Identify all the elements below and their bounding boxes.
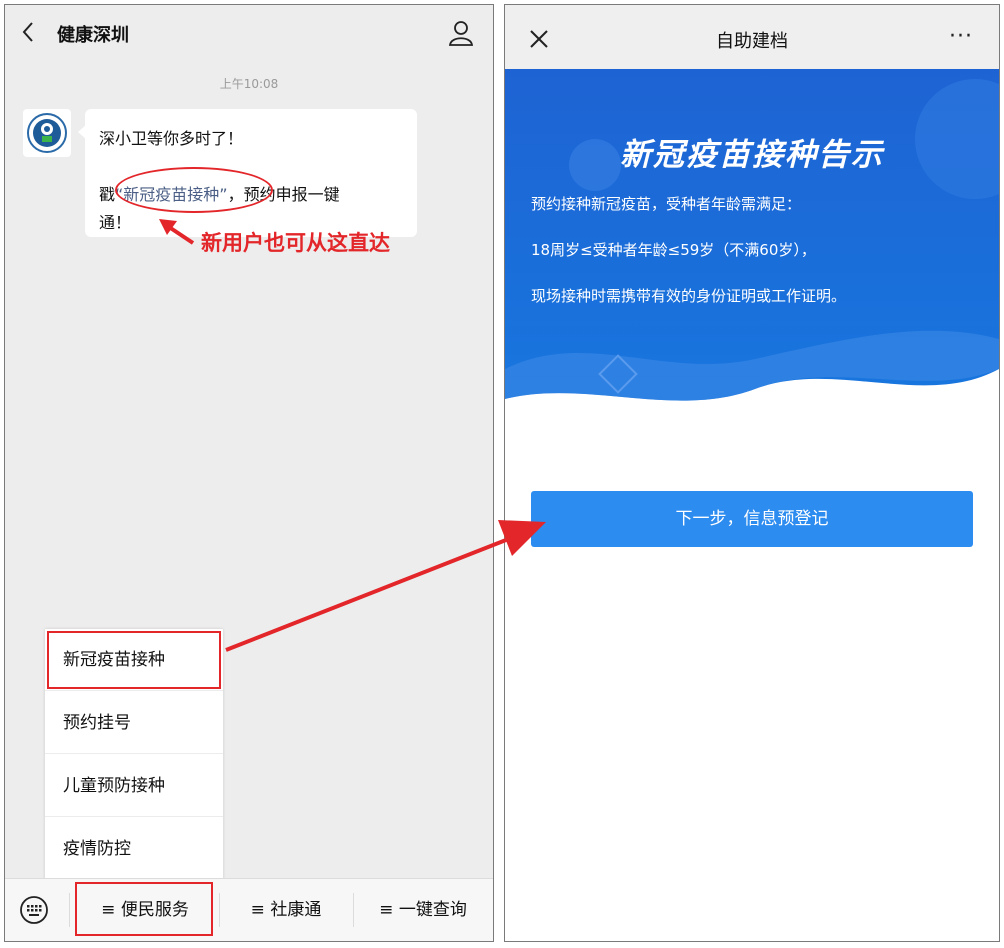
- person-icon[interactable]: [447, 19, 475, 47]
- keyboard-icon[interactable]: [19, 895, 49, 925]
- message-timestamp: 上午10:08: [219, 77, 279, 91]
- menu-item-epidemic[interactable]: 疫情防控: [45, 818, 223, 880]
- menu-item-vaccine[interactable]: 新冠疫苗接种: [45, 629, 223, 691]
- banner-title: 新冠疫苗接种告示: [620, 137, 884, 173]
- chat-header: 健康深圳: [5, 5, 493, 61]
- menu-item-appointment[interactable]: 预约挂号: [45, 692, 223, 754]
- webview-title: 自助建档: [716, 31, 788, 52]
- service-menu: 新冠疫苗接种 预约挂号 儿童预防接种 疫情防控: [45, 629, 223, 881]
- message-prefix: 戳: [99, 185, 116, 204]
- menu-item-child-vaccination[interactable]: 儿童预防接种: [45, 755, 223, 817]
- next-step-button[interactable]: 下一步，信息预登记: [531, 491, 973, 547]
- message-line-3: 通！: [99, 213, 132, 232]
- tab-separator: [353, 893, 354, 927]
- more-icon[interactable]: ···: [949, 26, 973, 48]
- banner-line-3: 现场接种时需携带有效的身份证明或工作证明。: [531, 287, 847, 305]
- tab-highlight-box: [75, 882, 213, 936]
- message-bubble: 深小卫等你多时了！ 戳“新冠疫苗接种”，预约申报一键 通！: [85, 109, 417, 237]
- bottom-menu-bar: ≡ 便民服务 ≡ 社康通 ≡ 一键查询: [5, 878, 493, 941]
- tab-separator: [69, 893, 70, 927]
- webview-panel: 自助建档 ··· 新冠疫苗接种告示 预约接种新冠疫苗，受种者年龄需满足： 18周…: [504, 4, 1000, 942]
- chevron-left-icon[interactable]: [21, 20, 39, 46]
- notice-banner: 新冠疫苗接种告示 预约接种新冠疫苗，受种者年龄需满足： 18周岁≤受种者年龄≤5…: [505, 69, 999, 449]
- chat-title: 健康深圳: [57, 25, 129, 46]
- tab-community-health[interactable]: ≡ 社康通: [221, 879, 351, 941]
- banner-line-1: 预约接种新冠疫苗，受种者年龄需满足：: [531, 195, 802, 213]
- message-line-1: 深小卫等你多时了！: [99, 129, 244, 148]
- tab-quick-query[interactable]: ≡ 一键查询: [355, 879, 491, 941]
- callout-arrow-icon: [159, 219, 195, 245]
- callout-text: 新用户也可从这直达: [201, 231, 390, 255]
- highlight-oval: [115, 167, 273, 213]
- webview-header: 自助建档 ···: [505, 5, 999, 69]
- tab-separator: [219, 893, 220, 927]
- banner-line-2: 18周岁≤受种者年龄≤59岁（不满60岁），: [531, 241, 816, 259]
- chat-panel: 健康深圳 上午10:08 深小卫等你多时了！ 戳“新冠疫苗接种”，预约申报一键 …: [4, 4, 494, 942]
- avatar[interactable]: [23, 109, 71, 157]
